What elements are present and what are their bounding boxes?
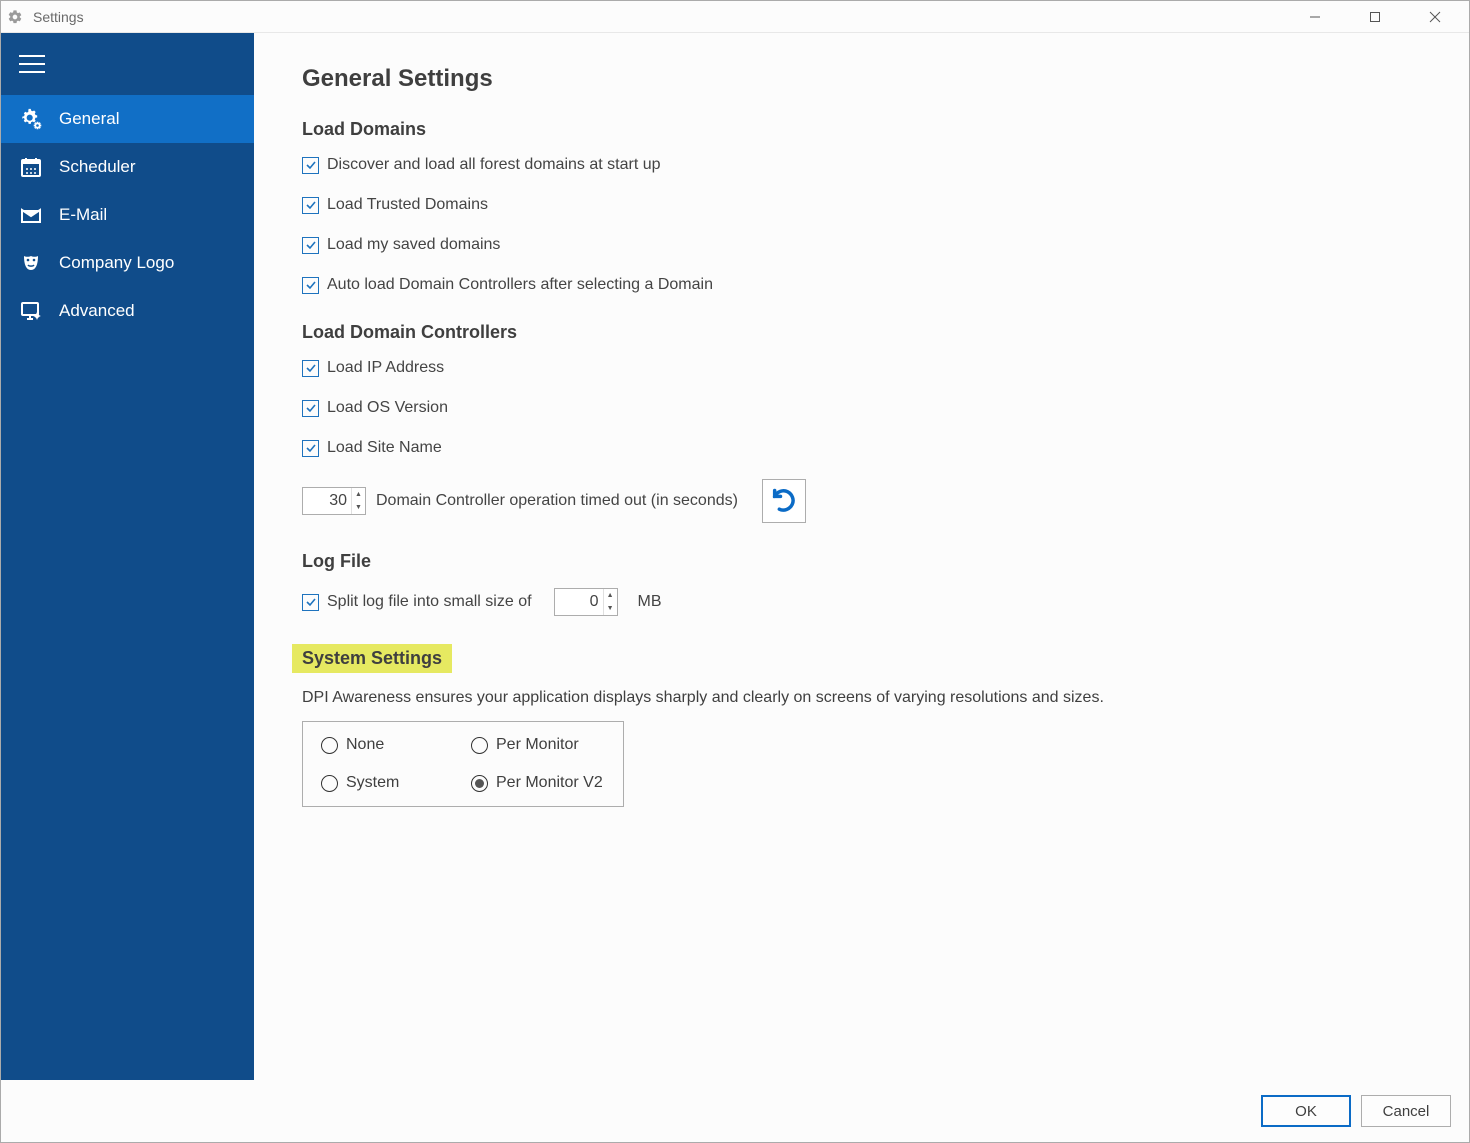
checkbox-label: Discover and load all forest domains at … <box>327 156 661 174</box>
row-load-site: Load Site Name <box>302 439 1435 457</box>
spinner-icon: ▲▼ <box>603 589 617 615</box>
reset-timeout-button[interactable] <box>762 479 806 523</box>
checkbox-label: Load my saved domains <box>327 236 500 254</box>
row-timeout: 30 ▲▼ Domain Controller operation timed … <box>302 479 1435 523</box>
ok-button[interactable]: OK <box>1261 1095 1351 1127</box>
radio-icon <box>471 737 488 754</box>
radio-per-monitor[interactable]: Per Monitor <box>471 736 651 754</box>
calendar-icon <box>17 153 45 181</box>
undo-icon <box>770 487 798 515</box>
spinner-up[interactable]: ▲ <box>352 488 365 501</box>
checkbox-saved[interactable] <box>302 237 319 254</box>
settings-window: Settings General <box>0 0 1470 1143</box>
titlebar: Settings <box>1 1 1469 33</box>
sidebar-item-label: General <box>59 109 119 129</box>
hamburger-button[interactable] <box>1 33 254 95</box>
sidebar-item-scheduler[interactable]: Scheduler <box>1 143 254 191</box>
checkbox-label: Load OS Version <box>327 399 448 417</box>
envelope-icon <box>17 201 45 229</box>
sidebar-item-label: Company Logo <box>59 253 174 273</box>
spinner-down[interactable]: ▼ <box>352 501 365 514</box>
radio-label: Per Monitor V2 <box>496 774 603 792</box>
checkbox-site[interactable] <box>302 440 319 457</box>
checkbox-trusted[interactable] <box>302 197 319 214</box>
sidebar-item-label: Advanced <box>59 301 135 321</box>
row-trusted-domains: Load Trusted Domains <box>302 196 1435 214</box>
timeout-label: Domain Controller operation timed out (i… <box>376 492 738 510</box>
sidebar-item-label: Scheduler <box>59 157 136 177</box>
split-size-value: 0 <box>555 593 603 611</box>
section-system-settings: System Settings <box>292 644 452 673</box>
checkbox-label: Load Trusted Domains <box>327 196 488 214</box>
timeout-stepper[interactable]: 30 ▲▼ <box>302 487 366 515</box>
checkbox-os[interactable] <box>302 400 319 417</box>
cancel-button[interactable]: Cancel <box>1361 1095 1451 1127</box>
sidebar-item-email[interactable]: E-Mail <box>1 191 254 239</box>
maximize-button[interactable] <box>1345 2 1405 32</box>
radio-icon <box>321 737 338 754</box>
monitor-gear-icon <box>17 297 45 325</box>
spinner-down[interactable]: ▼ <box>604 602 617 615</box>
section-load-dc: Load Domain Controllers <box>302 322 1435 343</box>
row-saved-domains: Load my saved domains <box>302 236 1435 254</box>
window-title: Settings <box>33 9 84 25</box>
sidebar: General Scheduler E-Mail Company Logo <box>1 33 254 1080</box>
hamburger-icon <box>19 55 45 73</box>
section-log-file: Log File <box>302 551 1435 572</box>
radio-per-monitor-v2[interactable]: Per Monitor V2 <box>471 774 651 792</box>
timeout-value: 30 <box>303 492 351 510</box>
dpi-description: DPI Awareness ensures your application d… <box>302 689 1435 707</box>
gears-icon <box>17 105 45 133</box>
radio-label: None <box>346 736 384 754</box>
spinner-up[interactable]: ▲ <box>604 589 617 602</box>
sidebar-item-general[interactable]: General <box>1 95 254 143</box>
page-title: General Settings <box>302 65 1435 93</box>
dialog-footer: OK Cancel <box>1 1080 1469 1142</box>
content-area: General Settings Load Domains Discover a… <box>254 33 1469 1080</box>
gear-icon <box>5 7 25 27</box>
radio-label: Per Monitor <box>496 736 579 754</box>
radio-label: System <box>346 774 399 792</box>
checkbox-ip[interactable] <box>302 360 319 377</box>
row-discover-domains: Discover and load all forest domains at … <box>302 156 1435 174</box>
checkbox-label: Load Site Name <box>327 439 442 457</box>
split-size-stepper[interactable]: 0 ▲▼ <box>554 588 618 616</box>
row-auto-load-dc: Auto load Domain Controllers after selec… <box>302 276 1435 294</box>
row-load-os: Load OS Version <box>302 399 1435 417</box>
checkbox-label: Load IP Address <box>327 359 444 377</box>
section-load-domains: Load Domains <box>302 119 1435 140</box>
radio-system[interactable]: System <box>321 774 471 792</box>
mask-icon <box>17 249 45 277</box>
checkbox-discover[interactable] <box>302 157 319 174</box>
checkbox-auto-dc[interactable] <box>302 277 319 294</box>
spinner-icon: ▲▼ <box>351 488 365 514</box>
radio-icon <box>321 775 338 792</box>
row-load-ip: Load IP Address <box>302 359 1435 377</box>
row-split-log: Split log file into small size of 0 ▲▼ M… <box>302 588 1435 616</box>
close-button[interactable] <box>1405 2 1465 32</box>
checkbox-split-log[interactable] <box>302 594 319 611</box>
sidebar-item-label: E-Mail <box>59 205 107 225</box>
dpi-radio-group: None Per Monitor System Per Monitor V2 <box>302 721 624 807</box>
radio-icon <box>471 775 488 792</box>
sidebar-item-advanced[interactable]: Advanced <box>1 287 254 335</box>
checkbox-label: Auto load Domain Controllers after selec… <box>327 276 713 294</box>
radio-none[interactable]: None <box>321 736 471 754</box>
checkbox-label: Split log file into small size of <box>327 593 532 611</box>
unit-label: MB <box>638 593 662 611</box>
minimize-button[interactable] <box>1285 2 1345 32</box>
sidebar-item-company-logo[interactable]: Company Logo <box>1 239 254 287</box>
